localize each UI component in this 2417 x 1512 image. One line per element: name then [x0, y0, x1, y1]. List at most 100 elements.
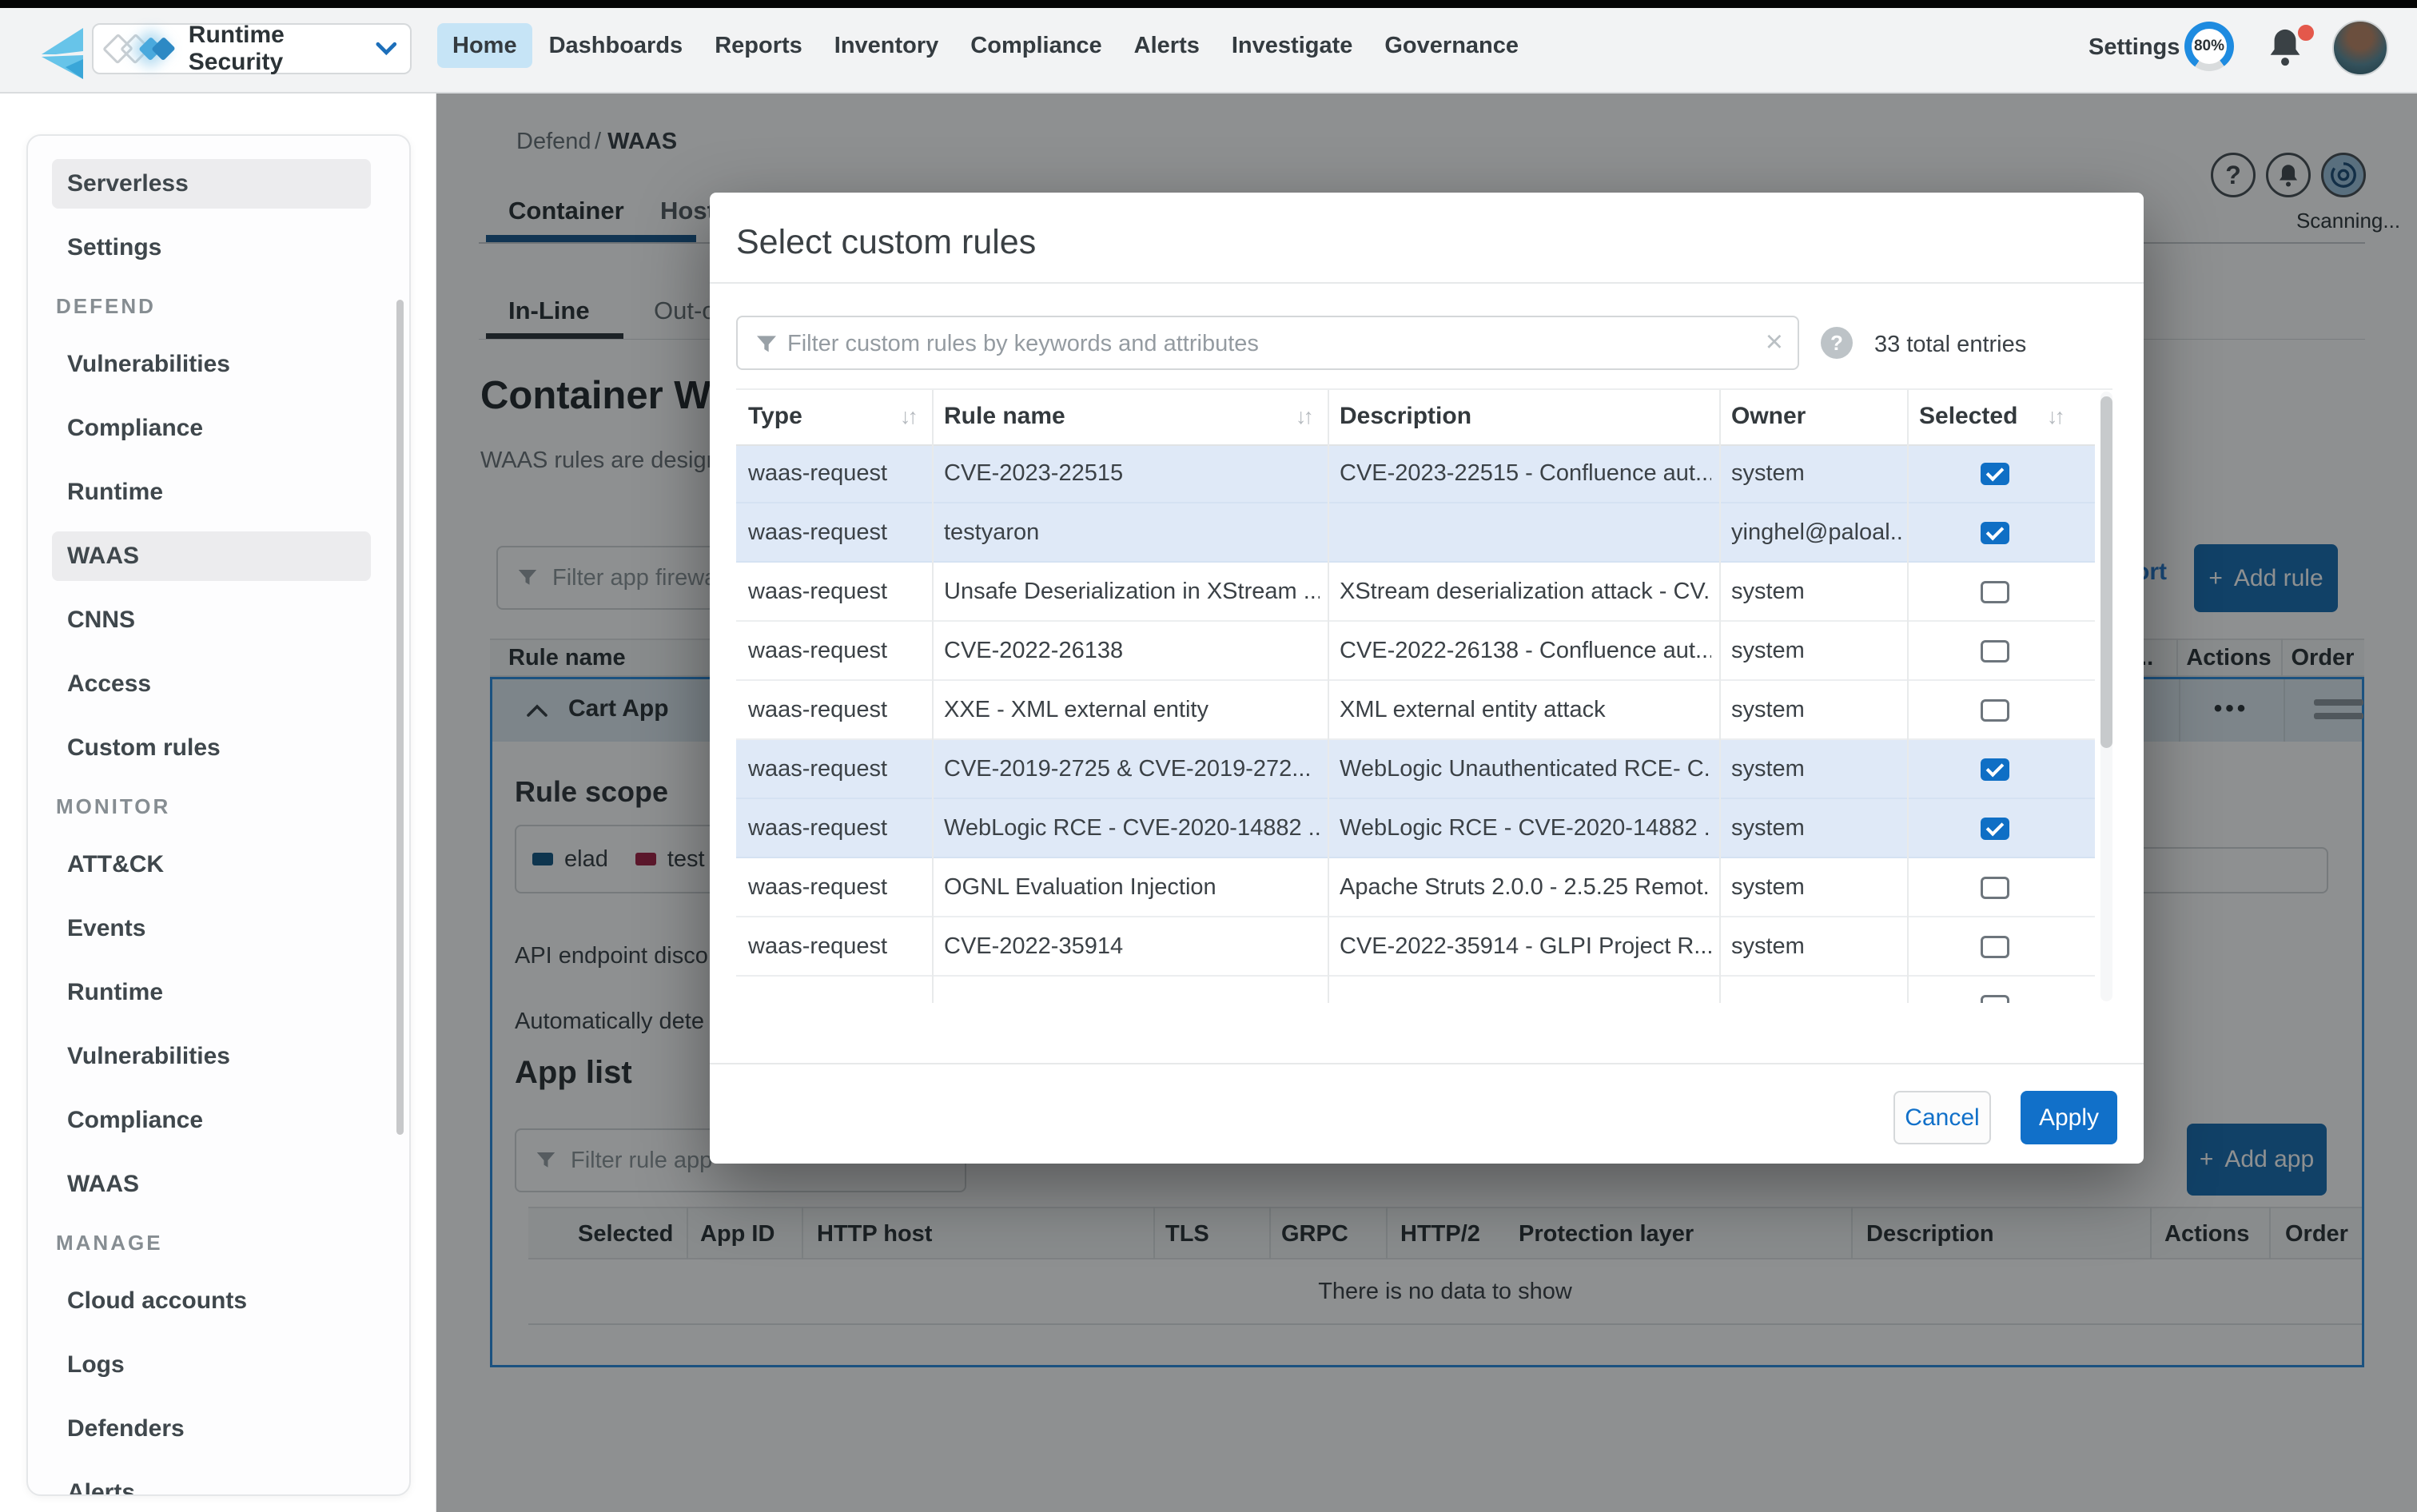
checkbox-checked[interactable]: [1981, 758, 2009, 781]
help-icon[interactable]: ?: [1821, 327, 1853, 359]
table-scrollbar[interactable]: [2100, 392, 2112, 1001]
sidebar-item-serverless[interactable]: Serverless: [28, 152, 409, 216]
table-row[interactable]: waas-requestUnsafe Deserialization in XS…: [736, 563, 2095, 622]
checkbox-unchecked[interactable]: [1981, 581, 2009, 603]
nav-item-investigate[interactable]: Investigate: [1216, 23, 1368, 68]
modal-col-description[interactable]: Description: [1340, 403, 1471, 430]
sidebar-list: ServerlessSettingsDEFENDVulnerabilitiesC…: [28, 136, 409, 1496]
table-row[interactable]: waas-requestCVE-2022-26138CVE-2022-26138…: [736, 622, 2095, 681]
cell-owner: system: [1731, 638, 1903, 664]
sidebar-item-custom-rules[interactable]: Custom rules: [28, 716, 409, 780]
sidebar-item-alerts[interactable]: Alerts: [28, 1461, 409, 1496]
checkbox-unchecked[interactable]: [1981, 877, 2009, 899]
app-window: Runtime Security HomeDashboardsReportsIn…: [0, 0, 2417, 1512]
modal-col-rule-name[interactable]: Rule name: [944, 403, 1065, 430]
nav-item-dashboards[interactable]: Dashboards: [534, 23, 699, 68]
cell-type: waas-request: [748, 756, 928, 782]
sidebar-scrollbar[interactable]: [396, 300, 404, 1135]
sidebar-item-label: WAAS: [67, 543, 139, 570]
sidebar-item-label: Alerts: [67, 1479, 135, 1496]
sidebar-item-logs[interactable]: Logs: [28, 1333, 409, 1397]
sidebar-item-cloud-accounts[interactable]: Cloud accounts: [28, 1269, 409, 1333]
sort-icons[interactable]: ↓↑: [900, 404, 915, 429]
column-separator: [1907, 390, 1909, 1003]
cell-owner: system: [1731, 815, 1903, 842]
nav-item-inventory[interactable]: Inventory: [819, 23, 954, 68]
custom-rules-search[interactable]: ×: [736, 316, 1799, 370]
cancel-button[interactable]: Cancel: [1893, 1091, 1991, 1144]
custom-rules-search-input[interactable]: [786, 319, 1748, 368]
checkbox-unchecked[interactable]: [1981, 936, 2009, 958]
product-name: Runtime Security: [189, 22, 376, 76]
table-row[interactable]: waas-requestCVE-2023-22515CVE-2023-22515…: [736, 444, 2095, 503]
nav-item-home[interactable]: Home: [437, 23, 532, 68]
cell-rule-name: CVE-2019-2725 & CVE-2019-272...: [944, 756, 1320, 782]
sidebar-item-runtime[interactable]: Runtime: [28, 460, 409, 524]
sidebar-item-label: WAAS: [67, 1171, 139, 1198]
modal-col-selected[interactable]: Selected: [1919, 403, 2017, 430]
select-custom-rules-modal: Select custom rules × ? 33 total entries…: [710, 193, 2144, 1164]
nav-item-reports[interactable]: Reports: [699, 23, 818, 68]
sidebar-item-label: Vulnerabilities: [67, 1043, 230, 1070]
sidebar-item-label: Logs: [67, 1351, 125, 1379]
sidebar-item-label: Vulnerabilities: [67, 351, 230, 378]
cell-rule-name: CVE-2023-22515: [944, 460, 1320, 487]
sidebar-item-label: Compliance: [67, 1107, 203, 1134]
sidebar-item-runtime[interactable]: Runtime: [28, 961, 409, 1025]
table-row[interactable]: waas-requestCVE-2022-35914CVE-2022-35914…: [736, 917, 2095, 977]
sort-icons[interactable]: ↓↑: [2047, 404, 2062, 429]
sidebar-item-vulnerabilities[interactable]: Vulnerabilities: [28, 332, 409, 396]
top-nav: Runtime Security HomeDashboardsReportsIn…: [0, 0, 2417, 94]
sidebar-item-vulnerabilities[interactable]: Vulnerabilities: [28, 1025, 409, 1088]
table-row[interactable]: waas-request XXE - XML external entity XML…: [736, 681, 2095, 740]
cell-type: waas-request: [748, 697, 928, 723]
sidebar-item-defenders[interactable]: Defenders: [28, 1397, 409, 1461]
apply-button[interactable]: Apply: [2021, 1091, 2117, 1144]
checkbox-unchecked[interactable]: [1981, 640, 2009, 662]
cell-owner: yinghel@paloal...: [1731, 519, 1903, 546]
cell-description: CVE-2022-35914 - GLPI Project R...: [1340, 933, 1711, 960]
table-scrollbar-thumb[interactable]: [2100, 396, 2112, 748]
modal-col-type[interactable]: Type: [748, 403, 802, 430]
nav-item-governance[interactable]: Governance: [1369, 23, 1534, 68]
nav-settings[interactable]: Settings: [2088, 34, 2180, 61]
sidebar-item-label: Serverless: [67, 170, 189, 197]
table-row[interactable]: [736, 977, 2095, 1003]
table-row[interactable]: waas-requestWebLogic RCE - CVE-2020-1488…: [736, 799, 2095, 858]
checkbox-checked[interactable]: [1981, 522, 2009, 544]
sidebar-item-events[interactable]: Events: [28, 897, 409, 961]
checkbox-unchecked[interactable]: [1981, 995, 2009, 1003]
sidebar-item-settings[interactable]: Settings: [28, 216, 409, 280]
product-switcher[interactable]: Runtime Security: [92, 23, 412, 74]
sidebar-item-waas[interactable]: WAAS: [28, 1152, 409, 1216]
column-separator: [1328, 390, 1329, 1003]
checkbox-checked[interactable]: [1981, 818, 2009, 840]
sidebar-item-waas[interactable]: WAAS: [28, 524, 409, 588]
cell-type: waas-request: [748, 815, 928, 842]
table-row[interactable]: waas-requestOGNL Evaluation InjectionApa…: [736, 858, 2095, 917]
checkbox-unchecked[interactable]: [1981, 699, 2009, 722]
cell-description: CVE-2023-22515 - Confluence aut...: [1340, 460, 1711, 487]
user-avatar[interactable]: [2332, 20, 2388, 76]
sidebar-item-access[interactable]: Access: [28, 652, 409, 716]
sidebar-item-label: Events: [67, 915, 145, 942]
sort-icons[interactable]: ↓↑: [1296, 404, 1311, 429]
cell-description: Apache Struts 2.0.0 - 2.5.25 Remot...: [1340, 874, 1711, 901]
sidebar-item-compliance[interactable]: Compliance: [28, 1088, 409, 1152]
usage-ring[interactable]: 80%: [2184, 22, 2234, 71]
cell-description: CVE-2022-26138 - Confluence aut...: [1340, 638, 1711, 664]
nav-item-alerts[interactable]: Alerts: [1119, 23, 1215, 68]
sidebar-item-compliance[interactable]: Compliance: [28, 396, 409, 460]
nav-item-compliance[interactable]: Compliance: [955, 23, 1117, 68]
prisma-cloud-logo-icon: [40, 27, 85, 80]
checkbox-checked[interactable]: [1981, 463, 2009, 485]
cell-description: XML external entity attack: [1340, 697, 1711, 723]
cell-rule-name: XXE - XML external entity: [944, 697, 1320, 723]
modal-col-owner[interactable]: Owner: [1731, 403, 1806, 430]
sidebar-item-label: Compliance: [67, 415, 203, 442]
table-row[interactable]: waas-requesttestyaronyinghel@paloal...: [736, 503, 2095, 563]
clear-search-icon[interactable]: ×: [1766, 327, 1783, 357]
sidebar-item-cnns[interactable]: CNNS: [28, 588, 409, 652]
sidebar-item-att-ck[interactable]: ATT&CK: [28, 833, 409, 897]
table-row[interactable]: waas-request CVE-2019-2725 & CVE-2019-272…: [736, 740, 2095, 799]
